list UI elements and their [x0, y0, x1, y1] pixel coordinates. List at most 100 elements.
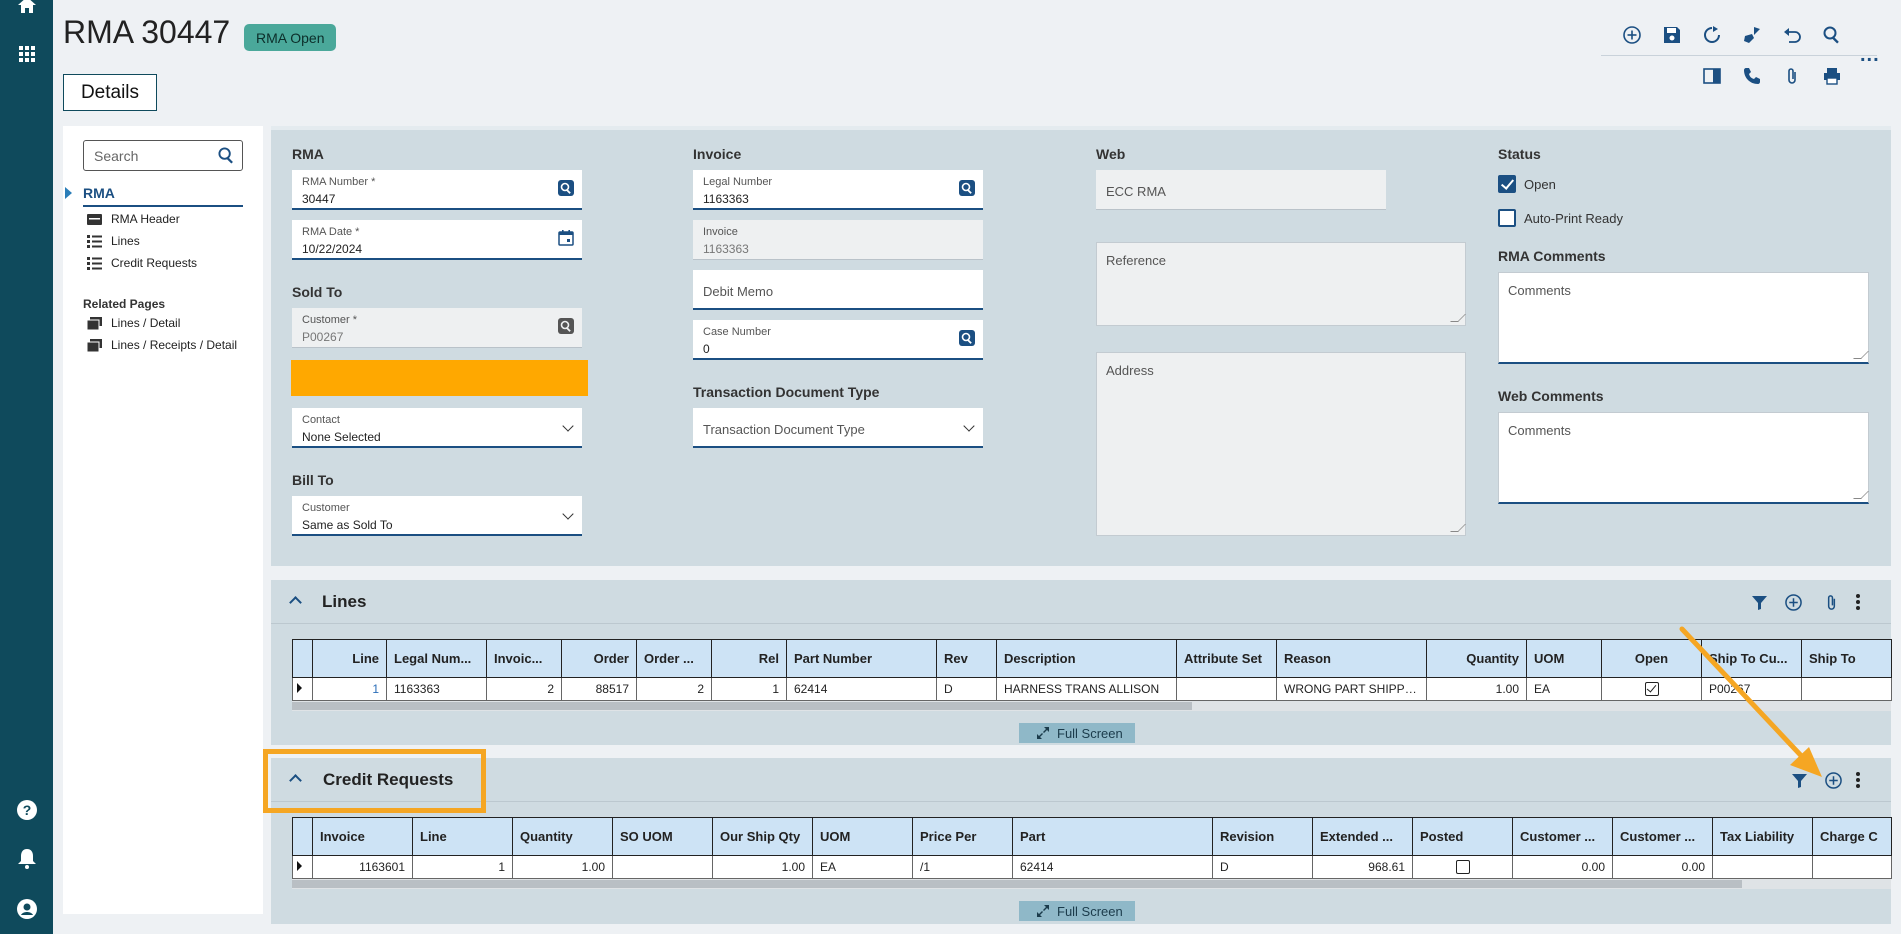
col-header-line[interactable]: Line [312, 639, 387, 678]
nav-item-lines[interactable]: Lines [87, 234, 140, 248]
col-header-invoice[interactable]: Invoice [312, 817, 413, 856]
phone-icon[interactable] [1740, 64, 1764, 88]
lines-horizontal-scrollbar[interactable] [292, 701, 1891, 711]
bill-to-customer-select[interactable]: Customer Same as Sold To [292, 496, 582, 536]
col-header-order-line[interactable]: Order ... [636, 639, 712, 678]
col-header-uom[interactable]: UOM [812, 817, 913, 856]
cell-ship-to-customer[interactable]: P00267 [1701, 677, 1802, 701]
add-icon[interactable] [1620, 23, 1644, 47]
nav-item-rma-header[interactable]: RMA Header [87, 212, 180, 226]
cell-open[interactable] [1601, 677, 1702, 701]
cell-so-uom[interactable] [612, 855, 713, 879]
col-header-extended[interactable]: Extended ... [1312, 817, 1413, 856]
kebab-menu-icon[interactable] [1856, 770, 1862, 790]
cell-line[interactable]: 1 [312, 677, 387, 701]
cell-order-line[interactable]: 2 [636, 677, 712, 701]
cell-order[interactable]: 88517 [561, 677, 637, 701]
rma-number-field[interactable]: RMA Number * 30447 [292, 170, 582, 210]
calendar-icon[interactable] [558, 230, 574, 246]
transaction-doc-type-select[interactable]: Transaction Document Type [693, 408, 983, 448]
col-header-legal-number[interactable]: Legal Num... [386, 639, 487, 678]
help-icon[interactable]: ? [0, 799, 53, 821]
apps-grid-icon[interactable] [0, 44, 53, 64]
cell-rev[interactable]: D [936, 677, 997, 701]
col-header-quantity[interactable]: Quantity [512, 817, 613, 856]
col-header-open[interactable]: Open [1601, 639, 1702, 678]
user-icon[interactable] [0, 898, 53, 920]
col-header-uom[interactable]: UOM [1526, 639, 1602, 678]
add-row-icon[interactable] [1783, 592, 1803, 612]
kebab-menu-icon[interactable] [1856, 592, 1862, 612]
scroll-thumb[interactable] [292, 880, 1742, 888]
row-selector[interactable] [292, 677, 313, 701]
bell-icon[interactable] [0, 848, 53, 870]
nav-search-icon[interactable] [218, 147, 235, 164]
cell-part-number[interactable]: 62414 [786, 677, 937, 701]
line-link[interactable]: 1 [372, 682, 379, 696]
posted-checkbox-cell[interactable] [1455, 860, 1470, 875]
cell-customer-1[interactable]: 0.00 [1512, 855, 1613, 879]
cell-uom[interactable]: EA [1526, 677, 1602, 701]
case-number-field[interactable]: Case Number 0 [693, 320, 983, 360]
scroll-thumb[interactable] [292, 702, 1192, 710]
col-header-attribute-set[interactable]: Attribute Set [1176, 639, 1277, 678]
panel-icon[interactable] [1700, 64, 1724, 88]
credit-fullscreen-button[interactable]: Full Screen [1019, 901, 1135, 921]
col-header-quantity[interactable]: Quantity [1426, 639, 1527, 678]
credit-horizontal-scrollbar[interactable] [292, 879, 1891, 889]
table-row[interactable]: 1 1163363 2 88517 2 1 62414 D HARNESS TR… [292, 677, 1892, 701]
attachment-icon[interactable] [1821, 592, 1841, 612]
rma-comments-textarea[interactable]: Comments [1498, 272, 1869, 364]
debit-memo-field[interactable]: Debit Memo [693, 270, 983, 310]
col-header-rev[interactable]: Rev [936, 639, 997, 678]
cell-attribute-set[interactable] [1176, 677, 1277, 701]
filter-icon[interactable] [1749, 592, 1769, 612]
cell-part[interactable]: 62414 [1012, 855, 1213, 879]
more-options-icon[interactable]: ... [1860, 44, 1880, 67]
col-header-part[interactable]: Part [1012, 817, 1213, 856]
cell-extended[interactable]: 968.61 [1312, 855, 1413, 879]
tab-details[interactable]: Details [63, 74, 157, 111]
col-header-invoice[interactable]: Invoic... [486, 639, 562, 678]
col-header-part-number[interactable]: Part Number [786, 639, 937, 678]
add-credit-request-icon[interactable] [1823, 770, 1843, 790]
nav-item-rma[interactable]: RMA [83, 185, 115, 201]
cell-charge[interactable] [1812, 855, 1892, 879]
col-header-customer-2[interactable]: Customer ... [1612, 817, 1713, 856]
lookup-icon[interactable] [959, 180, 975, 196]
open-checkbox[interactable] [1498, 175, 1516, 193]
col-header-our-ship-qty[interactable]: Our Ship Qty [712, 817, 813, 856]
col-header-ship-to[interactable]: Ship To [1801, 639, 1892, 678]
home-icon[interactable] [0, 0, 53, 16]
address-textarea[interactable]: Address [1096, 352, 1466, 536]
reference-textarea[interactable]: Reference [1096, 242, 1466, 326]
contact-select[interactable]: Contact None Selected [292, 408, 582, 448]
col-header-ship-to-customer[interactable]: Ship To Cu... [1701, 639, 1802, 678]
cell-revision[interactable]: D [1212, 855, 1313, 879]
cell-price-per[interactable]: /1 [912, 855, 1013, 879]
col-header-rel[interactable]: Rel [711, 639, 787, 678]
col-header-customer-1[interactable]: Customer ... [1512, 817, 1613, 856]
legal-number-field[interactable]: Legal Number 1163363 [693, 170, 983, 210]
auto-print-checkbox[interactable] [1498, 209, 1516, 227]
col-header-price-per[interactable]: Price Per [912, 817, 1013, 856]
cell-rel[interactable]: 1 [711, 677, 787, 701]
col-header-posted[interactable]: Posted [1412, 817, 1513, 856]
col-header-line[interactable]: Line [412, 817, 513, 856]
col-header-so-uom[interactable]: SO UOM [612, 817, 713, 856]
cell-legal-number[interactable]: 1163363 [386, 677, 487, 701]
lookup-icon[interactable] [558, 318, 574, 334]
search-icon[interactable] [1820, 23, 1844, 47]
cell-invoice[interactable]: 2 [486, 677, 562, 701]
ecc-rma-field[interactable]: ECC RMA [1096, 170, 1386, 210]
lookup-icon[interactable] [558, 180, 574, 196]
print-icon[interactable] [1820, 64, 1844, 88]
rma-date-field[interactable]: RMA Date * 10/22/2024 [292, 220, 582, 260]
invoice-field[interactable]: Invoice 1163363 [693, 220, 983, 260]
cell-description[interactable]: HARNESS TRANS ALLISON [996, 677, 1177, 701]
cell-line[interactable]: 1 [412, 855, 513, 879]
lines-fullscreen-button[interactable]: Full Screen [1019, 723, 1135, 743]
collapse-chevron-icon[interactable] [289, 596, 302, 609]
cell-quantity[interactable]: 1.00 [1426, 677, 1527, 701]
sold-to-customer-field[interactable]: Customer * P00267 [292, 308, 582, 348]
